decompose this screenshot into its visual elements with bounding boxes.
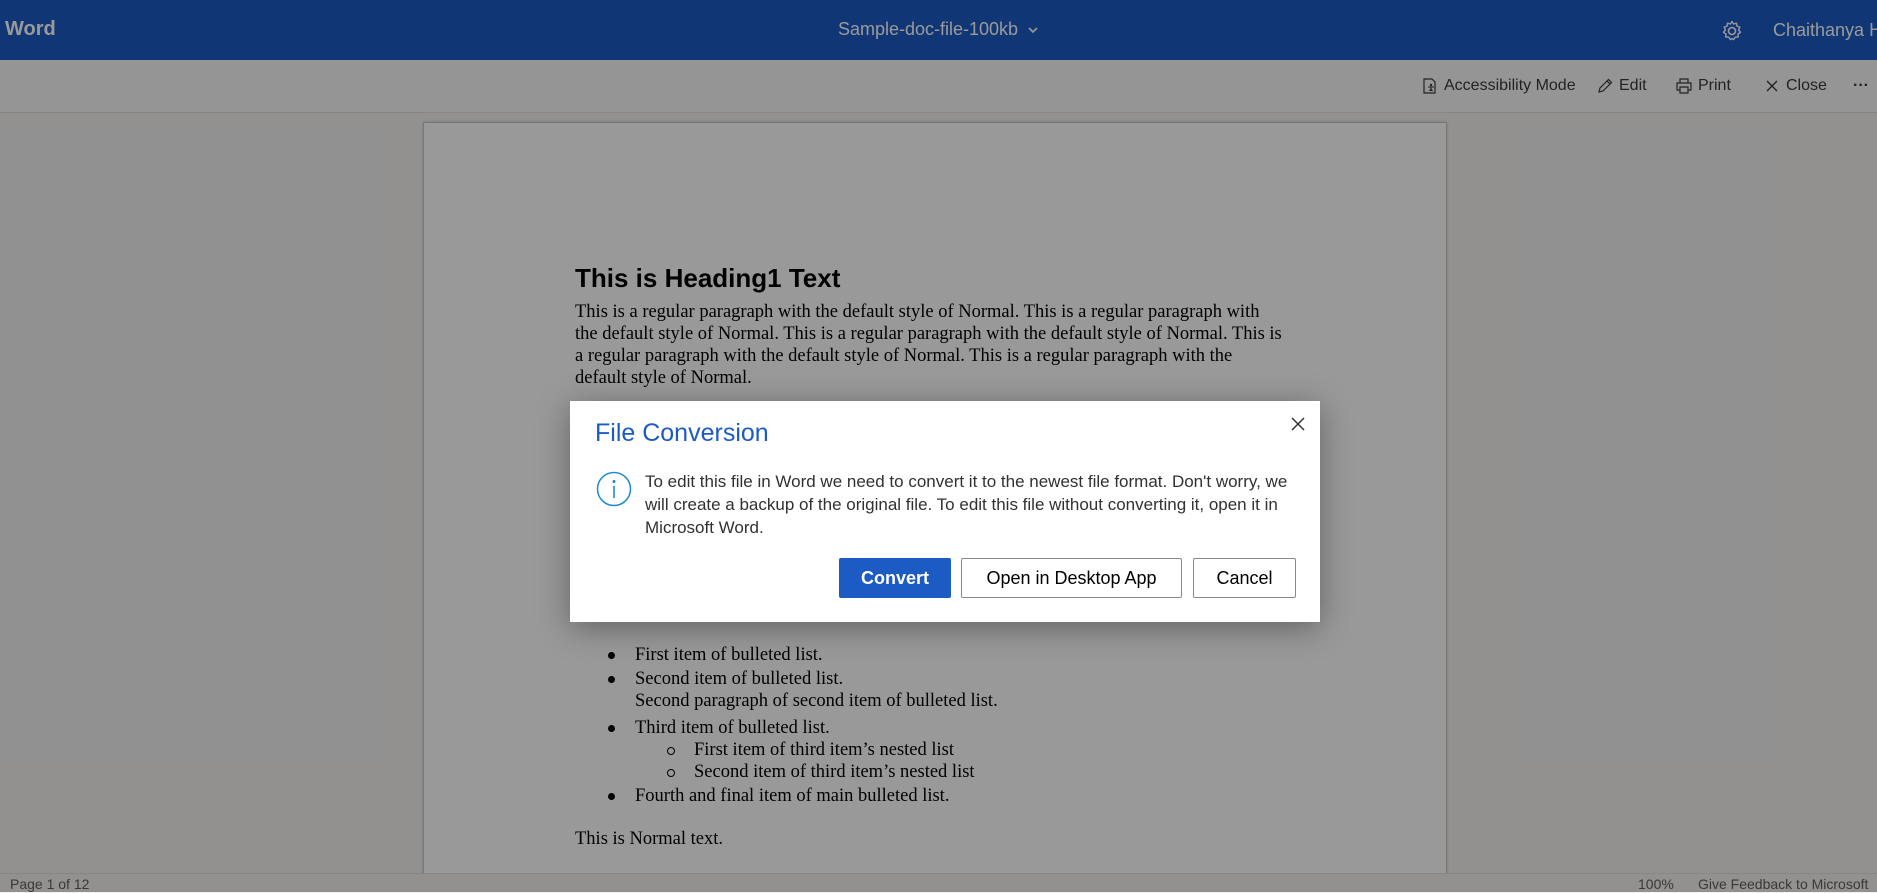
dialog-close-button[interactable] bbox=[1286, 412, 1310, 436]
open-in-desktop-app-button[interactable]: Open in Desktop App bbox=[961, 558, 1182, 598]
dialog-title: File Conversion bbox=[595, 419, 769, 447]
cancel-button[interactable]: Cancel bbox=[1193, 558, 1296, 598]
convert-button[interactable]: Convert bbox=[839, 558, 951, 598]
info-icon bbox=[596, 471, 632, 507]
dialog-message: To edit this file in Word we need to con… bbox=[645, 472, 1288, 537]
close-icon bbox=[1291, 417, 1305, 431]
file-conversion-dialog: File Conversion To edit this file in Wor… bbox=[570, 401, 1320, 622]
